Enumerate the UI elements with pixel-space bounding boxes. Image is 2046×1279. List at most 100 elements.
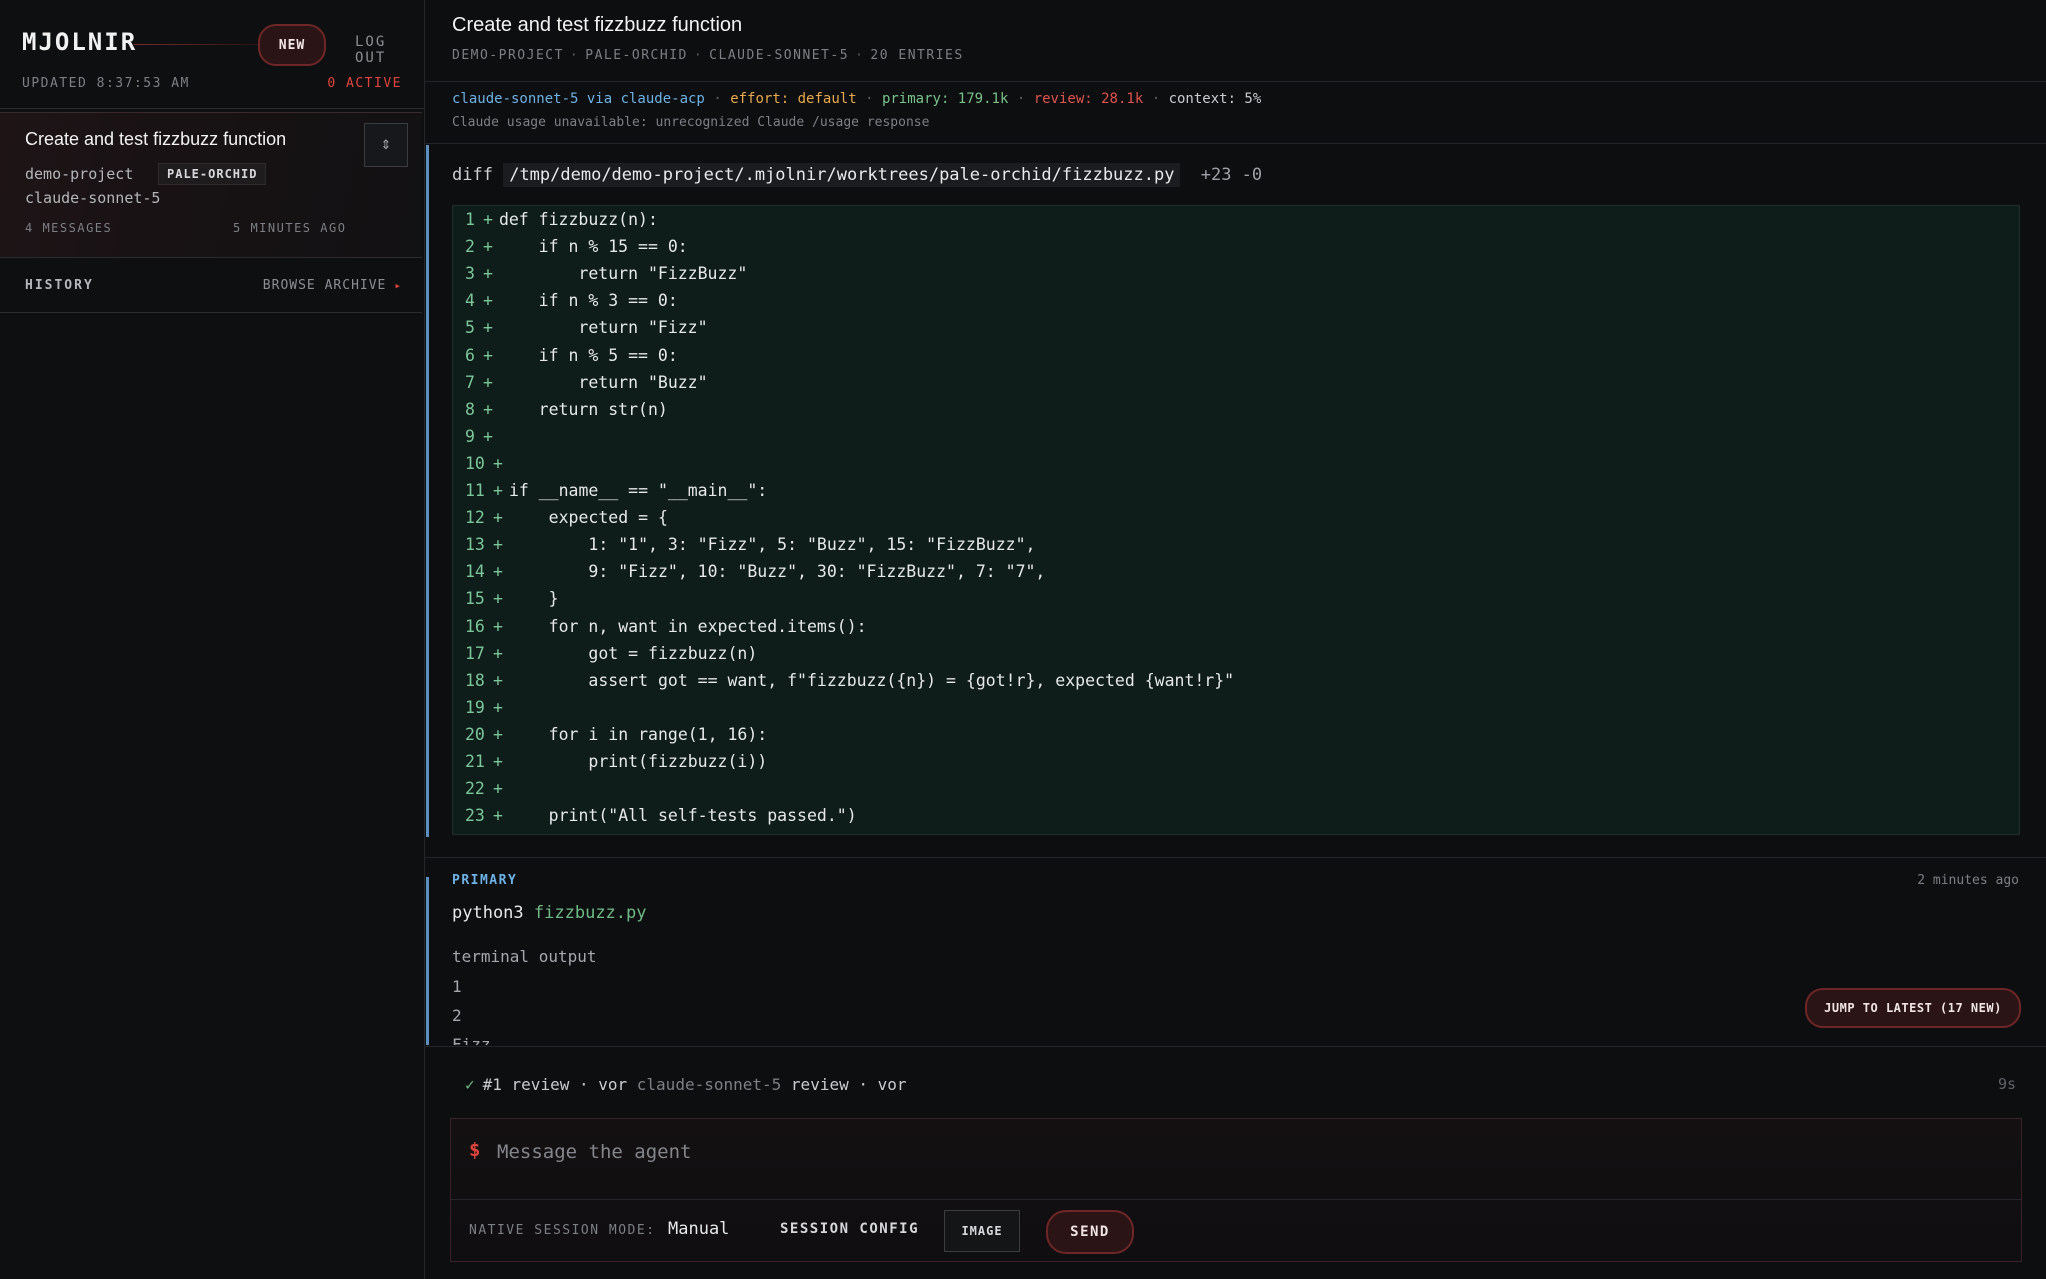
send-button[interactable]: SEND xyxy=(1046,1210,1134,1254)
diff-line: 2 + if n % 15 == 0: xyxy=(453,233,2019,260)
review-usage: review: 28.1k xyxy=(1033,91,1144,107)
diff-line-number: 6 xyxy=(465,345,475,365)
composer: $ NATIVE SESSION MODE: Manual SESSION CO… xyxy=(450,1118,2022,1262)
diff-added-marker: + xyxy=(493,535,503,555)
diff-added-marker: + xyxy=(483,318,493,338)
terminal-line: Fizz xyxy=(452,1035,491,1045)
diff-line-number: 21 xyxy=(465,752,485,771)
session-title: Create and test fizzbuzz function xyxy=(25,129,287,149)
diff-code: for n, want in expected.items(): xyxy=(508,616,867,636)
diff-added-marker: + xyxy=(483,345,493,365)
header-divider xyxy=(425,81,2046,82)
meta-separator: · xyxy=(1016,91,1026,107)
diff-code: if n % 3 == 0: xyxy=(498,291,678,311)
diff-added-marker: + xyxy=(483,210,493,229)
diff-added-marker: + xyxy=(493,643,503,663)
breadcrumb-separator: · xyxy=(855,48,865,63)
diff-line: 21 + print(fizzbuzz(i)) xyxy=(453,748,2019,775)
diff-added-marker: + xyxy=(493,697,503,717)
meta-separator: · xyxy=(1151,91,1161,107)
diff-code: if __name__ == "__main__": xyxy=(508,481,768,500)
diff-code: def fizzbuzz(n): xyxy=(498,210,658,229)
jump-to-latest-button[interactable]: JUMP TO LATEST (17 NEW) xyxy=(1805,988,2021,1028)
session-mode-select[interactable]: Manual xyxy=(668,1219,729,1239)
diff-line: 10 + xyxy=(453,450,2019,477)
expand-collapse-icon[interactable]: ⇕ xyxy=(364,123,408,167)
diff-prefix: diff xyxy=(452,165,493,185)
diff-line-number: 14 xyxy=(465,562,485,582)
diff-code: } xyxy=(508,589,559,609)
breadcrumb-separator: · xyxy=(569,48,580,63)
diff-line: 22 + xyxy=(453,775,2019,802)
diff-added-marker: + xyxy=(493,670,503,690)
browse-archive-label: BROWSE ARCHIVE xyxy=(262,278,387,293)
diff-line: 6 + if n % 5 == 0: xyxy=(453,342,2019,369)
diff-line-number: 9 xyxy=(465,426,475,446)
history-label: HISTORY xyxy=(25,278,94,293)
terminal-line: 2 xyxy=(452,1006,462,1025)
diff-line-number: 18 xyxy=(465,670,485,690)
composer-divider xyxy=(451,1199,2021,1200)
session-time: 5 MINUTES AGO xyxy=(233,221,347,235)
main-panel: Create and test fizzbuzz function DEMO-P… xyxy=(425,0,2046,1279)
diff-added-marker: + xyxy=(483,399,493,419)
diff-line-number: 23 xyxy=(465,806,485,826)
diff-added-marker: + xyxy=(483,237,493,257)
usage-meta: claude-sonnet-5 via claude-acp · effort:… xyxy=(452,91,1261,107)
diff-code: return str(n) xyxy=(498,399,668,419)
command-name: python3 xyxy=(452,903,524,923)
diff-line: 11 + if __name__ == "__main__": xyxy=(453,477,2019,504)
diff-line-number: 12 xyxy=(465,508,485,528)
message-stream[interactable]: diff /tmp/demo/demo-project/.mjolnir/wor… xyxy=(425,145,2046,1045)
diff-line: 12 + expected = { xyxy=(453,504,2019,531)
diff-line: 16 + for n, want in expected.items(): xyxy=(453,613,2019,640)
session-project: demo-project xyxy=(25,165,134,183)
session-card[interactable]: Create and test fizzbuzz function ⇕ demo… xyxy=(0,112,422,258)
diff-code: if n % 5 == 0: xyxy=(498,345,678,365)
effort-info: effort: default xyxy=(730,91,857,107)
brand-divider xyxy=(134,44,264,45)
entry-divider xyxy=(425,857,2046,858)
brand-logo: MJOLNIR xyxy=(22,28,138,56)
meta-separator: · xyxy=(713,91,722,107)
diff-line: 23 + print("All self-tests passed.") xyxy=(453,802,2019,829)
new-session-button[interactable]: NEW xyxy=(258,24,326,66)
diff-line-number: 8 xyxy=(465,399,475,419)
check-icon: ✓ xyxy=(465,1075,475,1094)
diff-added-marker: + xyxy=(493,481,503,500)
entry-role-label: PRIMARY xyxy=(452,873,518,888)
logout-button[interactable]: LOG OUT xyxy=(355,34,402,66)
diff-line-number: 3 xyxy=(465,264,475,284)
diff-file-path[interactable]: /tmp/demo/demo-project/.mjolnir/worktree… xyxy=(503,163,1181,187)
entry-accent-bar xyxy=(426,145,429,837)
image-button[interactable]: IMAGE xyxy=(944,1210,1020,1252)
agent-info: claude-sonnet-5 via claude-acp xyxy=(452,91,705,107)
diff-added-marker: + xyxy=(493,779,503,799)
diff-line-number: 2 xyxy=(465,237,475,257)
review-status-label: #1 review · vor xyxy=(482,1075,628,1094)
diff-code: assert got == want, f"fizzbuzz({n}) = {g… xyxy=(508,670,1235,690)
updated-time: UPDATED 8:37:53 AM xyxy=(22,76,190,91)
diff-line-number: 10 xyxy=(465,453,485,473)
diff-code: print("All self-tests passed.") xyxy=(508,806,857,826)
diff-header: diff /tmp/demo/demo-project/.mjolnir/wor… xyxy=(452,163,1262,187)
diff-added-marker: + xyxy=(493,562,503,582)
chevron-right-icon: ▸ xyxy=(394,279,402,292)
entry-accent-bar xyxy=(426,877,429,1045)
browse-archive-link[interactable]: BROWSE ARCHIVE ▸ xyxy=(263,278,402,293)
message-input[interactable] xyxy=(495,1135,1979,1169)
entry-command: python3 fizzbuzz.py xyxy=(452,903,647,923)
diff-line-number: 13 xyxy=(465,535,485,555)
breadcrumb-model: CLAUDE-SONNET-5 xyxy=(709,48,850,63)
review-elapsed: 9s xyxy=(1997,1075,2016,1093)
active-count: 0 ACTIVE xyxy=(327,76,402,91)
diff-added-marker: + xyxy=(483,264,493,284)
diff-line-number: 16 xyxy=(465,616,485,636)
diff-line: 3 + return "FizzBuzz" xyxy=(453,260,2019,287)
diff-line: 9 + xyxy=(453,423,2019,450)
diff-added-marker: + xyxy=(493,806,503,826)
status-row: UPDATED 8:37:53 AM 0 ACTIVE xyxy=(22,76,402,96)
history-row: HISTORY BROWSE ARCHIVE ▸ xyxy=(0,262,422,313)
diff-line: 19 + xyxy=(453,694,2019,721)
session-config-button[interactable]: SESSION CONFIG xyxy=(780,1221,919,1237)
